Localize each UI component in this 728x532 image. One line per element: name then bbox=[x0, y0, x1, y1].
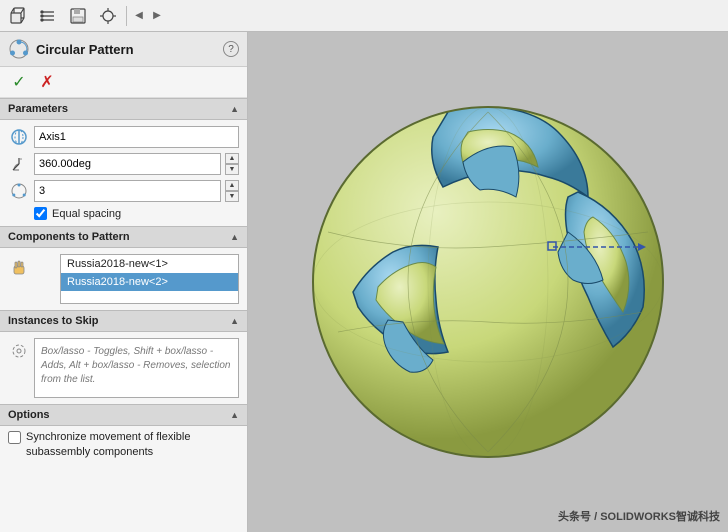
count-indicator-icon bbox=[10, 182, 28, 200]
angle-input[interactable] bbox=[34, 153, 221, 175]
cube-toolbar-button[interactable] bbox=[4, 3, 32, 29]
angle-down-button[interactable]: ▼ bbox=[225, 164, 239, 175]
3d-viewport-svg bbox=[248, 32, 728, 532]
count-down-button[interactable]: ▼ bbox=[225, 191, 239, 202]
skip-label: Instances to Skip bbox=[8, 315, 98, 327]
cube-icon bbox=[9, 7, 27, 25]
components-label: Components to Pattern bbox=[8, 231, 130, 243]
svg-text:°: ° bbox=[20, 158, 22, 164]
skip-area[interactable]: Box/lasso - Toggles, Shift + box/lasso -… bbox=[34, 338, 239, 398]
viewport[interactable]: 头条号 / SOLIDWORKS智诚科技 bbox=[248, 32, 728, 532]
list-icon bbox=[39, 7, 57, 25]
target-toolbar-button[interactable] bbox=[94, 3, 122, 29]
skip-section-header[interactable]: Instances to Skip ▲ bbox=[0, 310, 247, 332]
count-input[interactable] bbox=[34, 180, 221, 202]
toolbar-collapse-left[interactable]: ◀ bbox=[131, 3, 147, 29]
toolbar-collapse-right[interactable]: ▶ bbox=[149, 3, 165, 29]
help-button[interactable]: ? bbox=[223, 41, 239, 57]
count-up-button[interactable]: ▲ bbox=[225, 180, 239, 191]
parameters-section-body: ° ▲ ▼ bbox=[0, 120, 247, 226]
cancel-button[interactable]: ✗ bbox=[36, 71, 58, 93]
toolbar: ◀ ▶ bbox=[0, 0, 728, 32]
angle-icon: ° bbox=[8, 153, 30, 175]
axis-input-row bbox=[8, 126, 239, 148]
equal-spacing-checkbox[interactable] bbox=[34, 207, 47, 220]
count-icon bbox=[8, 180, 30, 202]
left-panel: Circular Pattern ? ✓ ✗ Parameters ▲ bbox=[0, 32, 248, 532]
panel-title: Circular Pattern bbox=[36, 42, 217, 57]
angle-up-button[interactable]: ▲ bbox=[225, 153, 239, 164]
equal-spacing-row: Equal spacing bbox=[34, 207, 239, 220]
save-icon bbox=[69, 7, 87, 25]
sync-option-row: Synchronize movement of flexible subasse… bbox=[0, 426, 247, 465]
main-area: Circular Pattern ? ✓ ✗ Parameters ▲ bbox=[0, 32, 728, 532]
count-spinbox: ▲ ▼ bbox=[225, 180, 239, 202]
sync-label[interactable]: Synchronize movement of flexible subasse… bbox=[26, 430, 239, 461]
sync-checkbox[interactable] bbox=[8, 431, 21, 444]
components-section-body: Russia2018-new<1> Russia2018-new<2> bbox=[0, 248, 247, 310]
toolbar-divider bbox=[126, 6, 127, 26]
axis-input[interactable] bbox=[34, 126, 239, 148]
skip-chevron: ▲ bbox=[230, 316, 239, 326]
list-toolbar-button[interactable] bbox=[34, 3, 62, 29]
components-list: Russia2018-new<1> Russia2018-new<2> bbox=[60, 254, 239, 304]
parameters-label: Parameters bbox=[8, 103, 68, 115]
axis-indicator-icon bbox=[10, 128, 28, 146]
skip-icon bbox=[8, 340, 30, 362]
components-chevron: ▲ bbox=[230, 232, 239, 242]
angle-indicator-icon: ° bbox=[10, 155, 28, 173]
angle-input-row: ° ▲ ▼ bbox=[8, 153, 239, 175]
crosshair-icon bbox=[99, 7, 117, 25]
component-item-2[interactable]: Russia2018-new<2> bbox=[61, 273, 238, 291]
circular-pattern-icon bbox=[8, 38, 30, 60]
options-chevron: ▲ bbox=[230, 410, 239, 420]
panel-header: Circular Pattern ? bbox=[0, 32, 247, 67]
skip-section-body: Box/lasso - Toggles, Shift + box/lasso -… bbox=[0, 332, 247, 404]
component-item-1[interactable]: Russia2018-new<1> bbox=[61, 255, 238, 273]
angle-spinbox: ▲ ▼ bbox=[225, 153, 239, 175]
parameters-section-header[interactable]: Parameters ▲ bbox=[0, 98, 247, 120]
lasso-icon bbox=[10, 342, 28, 360]
ok-button[interactable]: ✓ bbox=[8, 71, 30, 93]
count-input-row: ▲ ▼ bbox=[8, 180, 239, 202]
options-label: Options bbox=[8, 409, 50, 421]
parameters-chevron: ▲ bbox=[230, 104, 239, 114]
watermark: 头条号 / SOLIDWORKS智诚科技 bbox=[558, 508, 720, 524]
options-section-header[interactable]: Options ▲ bbox=[0, 404, 247, 426]
save-toolbar-button[interactable] bbox=[64, 3, 92, 29]
equal-spacing-label[interactable]: Equal spacing bbox=[52, 208, 121, 220]
hand-icon bbox=[10, 258, 28, 276]
confirm-row: ✓ ✗ bbox=[0, 67, 247, 98]
axis-icon bbox=[8, 126, 30, 148]
components-section-header[interactable]: Components to Pattern ▲ bbox=[0, 226, 247, 248]
components-icon bbox=[8, 256, 30, 278]
